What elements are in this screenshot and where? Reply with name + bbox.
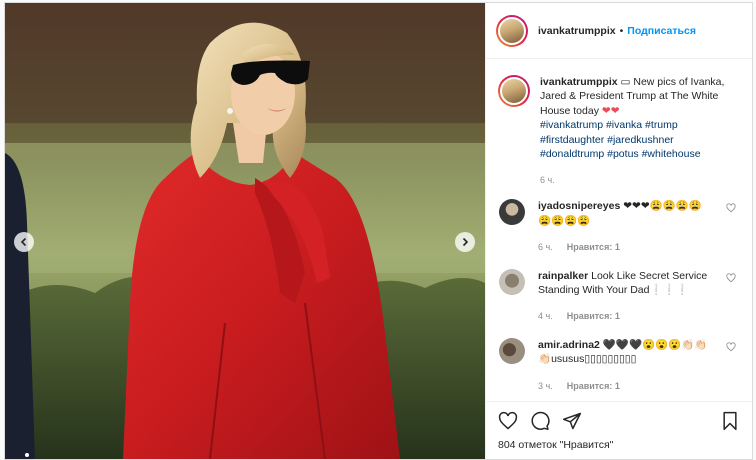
caption-emoji: ▭	[620, 76, 631, 88]
comment-meta: 3 ч. Нравится: 1	[538, 379, 708, 393]
comment-username[interactable]: rainpalker	[538, 270, 588, 282]
comment-item: amir.adrina2 🖤🖤🖤😮😮😮👏🏻👏🏻👏🏻ususus▯▯▯▯▯▯▯▯▯…	[498, 337, 738, 393]
comment-likes-count[interactable]: Нравится: 1	[567, 379, 620, 393]
speech-bubble-icon[interactable]	[530, 411, 550, 431]
comment-meta: 6 ч. Нравится: 1	[538, 240, 708, 254]
heart-outline-icon[interactable]	[726, 342, 736, 352]
comment-avatar[interactable]	[499, 199, 525, 226]
photo-scene	[5, 3, 485, 459]
heart-outline-icon[interactable]	[726, 203, 736, 213]
heart-outline-icon[interactable]	[726, 273, 736, 283]
caption-hashtags[interactable]: #ivankatrump #ivanka #trump #firstdaught…	[540, 119, 701, 160]
comment-likes-count[interactable]: Нравится: 1	[567, 240, 620, 254]
post-sidebar: ivankatrumppix • Подписаться ivankatrump…	[485, 3, 752, 459]
chevron-left-icon	[20, 237, 27, 247]
comment-likes-count[interactable]: Нравится: 1	[567, 309, 620, 323]
post-header: ivankatrumppix • Подписаться	[486, 3, 752, 59]
comment-username[interactable]: amir.adrina2	[538, 339, 600, 351]
comment-time: 4 ч.	[538, 311, 553, 322]
caption-username[interactable]: ivankatrumppix	[540, 76, 618, 88]
caption-text: ivankatrumppix ▭ New pics of Ivanka, Jar…	[540, 75, 726, 161]
comment-item: rainpalker Look Like Secret Service Stan…	[498, 268, 738, 324]
comment-body: amir.adrina2 🖤🖤🖤😮😮😮👏🏻👏🏻👏🏻ususus▯▯▯▯▯▯▯▯▯…	[538, 338, 708, 393]
heart-outline-icon[interactable]	[498, 411, 518, 431]
comment-time: 3 ч.	[538, 380, 553, 391]
follow-button[interactable]: Подписаться	[627, 25, 696, 37]
header-username[interactable]: ivankatrumppix	[538, 25, 616, 37]
caption-avatar[interactable]	[498, 75, 530, 107]
carousel-indicator-dot	[25, 453, 29, 457]
comment-body: rainpalker Look Like Secret Service Stan…	[538, 269, 708, 324]
paper-plane-icon[interactable]	[562, 411, 582, 431]
comment-avatar[interactable]	[499, 337, 525, 364]
caption-hearts: ❤❤	[601, 104, 620, 117]
bookmark-icon[interactable]	[720, 411, 740, 431]
comment-time: 6 ч.	[538, 242, 553, 253]
comment-body: iyadosnipereyes ❤❤❤😩😩😩😩😩😩😩😩 6 ч. Нравитс…	[538, 199, 708, 254]
avatar[interactable]	[496, 14, 528, 47]
instagram-post: ivankatrumppix • Подписаться ivankatrump…	[4, 2, 753, 460]
next-photo-button[interactable]	[455, 232, 475, 252]
comment-item: iyadosnipereyes ❤❤❤😩😩😩😩😩😩😩😩 6 ч. Нравитс…	[498, 199, 738, 254]
likes-count[interactable]: 804 отметок "Нравится"	[486, 439, 752, 459]
chevron-right-icon	[462, 237, 469, 247]
header-separator: •	[619, 24, 624, 37]
comment-username[interactable]: iyadosnipereyes	[538, 200, 620, 212]
caption-time: 6 ч.	[540, 175, 555, 186]
previous-photo-button[interactable]	[14, 232, 34, 252]
comment-avatar[interactable]	[499, 268, 525, 295]
post-photo[interactable]	[5, 3, 485, 459]
caption: ivankatrumppix ▭ New pics of Ivanka, Jar…	[498, 75, 738, 161]
action-bar	[486, 401, 752, 439]
comment-meta: 4 ч. Нравится: 1	[538, 309, 708, 323]
comments-list[interactable]: ivankatrumppix ▭ New pics of Ivanka, Jar…	[486, 59, 752, 401]
